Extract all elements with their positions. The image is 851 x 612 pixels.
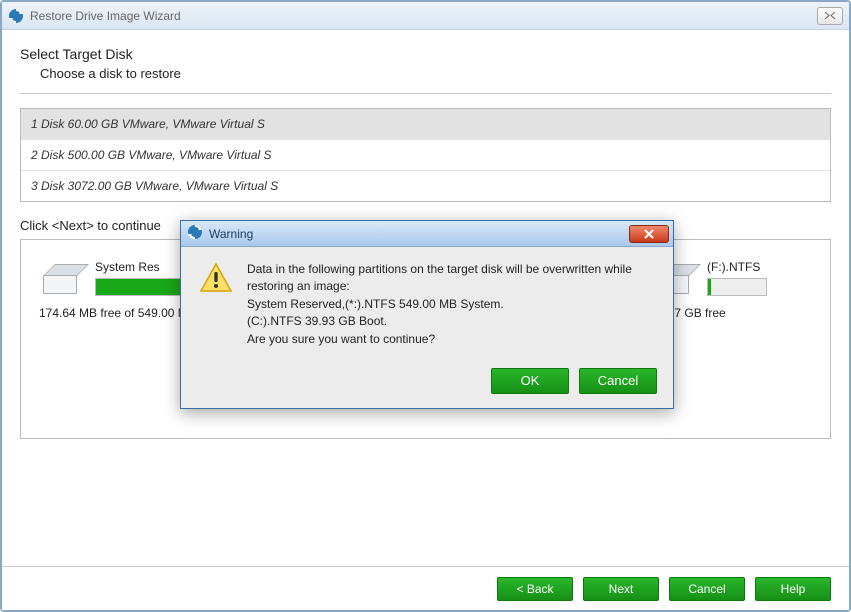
next-button[interactable]: Next	[583, 577, 659, 601]
disk-row[interactable]: 1 Disk 60.00 GB VMware, VMware Virtual S	[21, 109, 830, 139]
divider	[20, 93, 831, 94]
page-subheading: Choose a disk to restore	[40, 66, 831, 81]
cancel-button[interactable]: Cancel	[669, 577, 745, 601]
disk-row[interactable]: 2 Disk 500.00 GB VMware, VMware Virtual …	[21, 139, 830, 170]
dialog-close-button[interactable]	[629, 225, 669, 243]
warning-icon	[199, 261, 233, 348]
warning-dialog: Warning Data in the following partitions…	[180, 220, 674, 409]
dialog-line: (C:).NTFS 39.93 GB Boot.	[247, 313, 655, 330]
window-close-button[interactable]	[817, 7, 843, 25]
disk-row[interactable]: 3 Disk 3072.00 GB VMware, VMware Virtual…	[21, 170, 830, 201]
back-button[interactable]: < Back	[497, 577, 573, 601]
footer: < Back Next Cancel Help	[2, 566, 849, 610]
app-icon	[8, 8, 24, 24]
page-heading: Select Target Disk	[20, 46, 831, 62]
app-icon	[187, 224, 203, 243]
dialog-cancel-button[interactable]: Cancel	[579, 368, 657, 394]
usage-bar	[707, 278, 767, 296]
usage-bar-fill	[708, 279, 711, 295]
titlebar-left: Restore Drive Image Wizard	[8, 8, 181, 24]
dialog-titlebar: Warning	[181, 221, 673, 247]
window-title: Restore Drive Image Wizard	[30, 9, 181, 23]
titlebar: Restore Drive Image Wizard	[2, 2, 849, 30]
dialog-title: Warning	[209, 227, 253, 241]
dialog-line: Are you sure you want to continue?	[247, 331, 655, 348]
dialog-line: System Reserved,(*:).NTFS 549.00 MB Syst…	[247, 296, 655, 313]
disk-list: 1 Disk 60.00 GB VMware, VMware Virtual S…	[20, 108, 831, 202]
ok-button[interactable]: OK	[491, 368, 569, 394]
dialog-body: Data in the following partitions on the …	[181, 247, 673, 358]
dialog-line: Data in the following partitions on the …	[247, 261, 655, 296]
drive-icon	[39, 264, 83, 296]
help-button[interactable]: Help	[755, 577, 831, 601]
dialog-text: Data in the following partitions on the …	[247, 261, 655, 348]
partition-label: (F:).NTFS	[707, 260, 787, 274]
dialog-buttons: OK Cancel	[181, 358, 673, 408]
